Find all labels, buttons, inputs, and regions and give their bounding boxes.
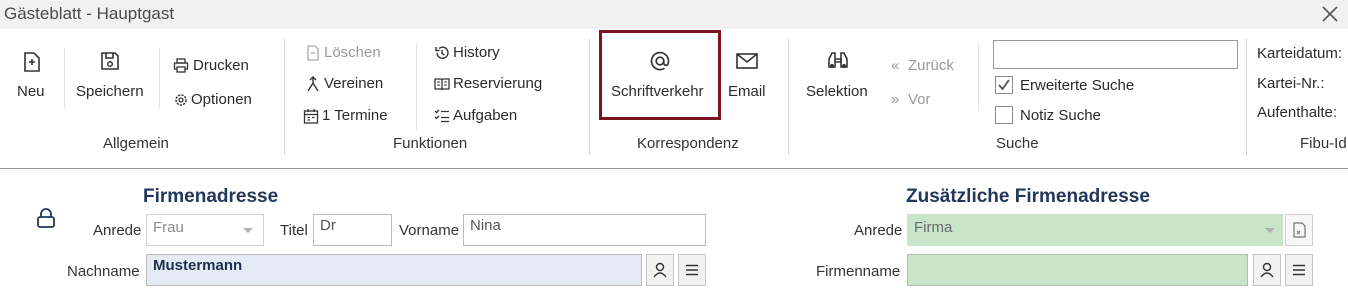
close-icon[interactable]	[1318, 2, 1342, 26]
highlight-frame	[599, 30, 721, 120]
calendar-icon	[303, 108, 319, 124]
additional-salutation-select[interactable]: Firma	[907, 214, 1283, 246]
last-name-field[interactable]: Mustermann	[146, 254, 642, 286]
group-separator	[788, 39, 789, 155]
first-name-field[interactable]: Nina	[463, 214, 706, 246]
title-field[interactable]: Dr	[313, 214, 392, 246]
checkmark-icon	[998, 79, 1010, 91]
separator	[416, 44, 417, 130]
forward-button[interactable]: Vor	[908, 91, 931, 108]
ribbon-divider	[0, 168, 1348, 169]
last-name-label: Nachname	[67, 263, 140, 280]
file-number-label: Kartei-Nr.:	[1257, 75, 1325, 92]
printer-icon	[173, 58, 189, 74]
envelope-icon	[735, 50, 759, 72]
merge-icon	[305, 76, 321, 92]
appointments-button[interactable]: 1 Termine	[322, 107, 388, 124]
task-list-icon	[434, 108, 450, 124]
save-icon	[99, 50, 121, 72]
selection-button[interactable]: Selektion	[806, 83, 868, 100]
note-search-checkbox[interactable]	[995, 106, 1013, 124]
email-button[interactable]: Email	[728, 83, 766, 100]
separator	[64, 48, 65, 108]
at-sign-icon	[648, 49, 672, 73]
group-label-funktionen: Funktionen	[393, 135, 468, 152]
chevron-down-icon	[1265, 228, 1275, 233]
group-label-korrespondenz: Korrespondenz	[637, 135, 739, 152]
options-button[interactable]: Optionen	[191, 91, 252, 108]
save-button[interactable]: Speichern	[76, 83, 144, 100]
extended-search-checkbox[interactable]	[995, 76, 1013, 94]
stays-label: Aufenthalte:	[1257, 104, 1338, 121]
group-label-allgemein: Allgemein	[103, 135, 169, 152]
new-document-icon	[21, 51, 43, 73]
title-label: Titel	[280, 222, 308, 239]
binoculars-icon	[826, 50, 850, 72]
gear-icon	[173, 92, 189, 108]
company-address-heading: Firmenadresse	[143, 186, 279, 207]
salutation-label: Anrede	[93, 222, 142, 239]
print-button[interactable]: Drucken	[193, 57, 249, 74]
additional-salutation-label: Anrede	[854, 222, 903, 239]
person-lookup-button[interactable]	[646, 254, 674, 286]
hamburger-icon	[686, 264, 698, 276]
extended-search-label: Erweiterte Suche	[1020, 77, 1135, 94]
company-name-label: Firmenname	[816, 263, 901, 280]
history-icon	[434, 45, 450, 61]
correspondence-button[interactable]: Schriftverkehr	[611, 83, 704, 100]
book-icon	[434, 76, 450, 92]
copy-address-button[interactable]	[1285, 214, 1313, 246]
lock-icon[interactable]	[35, 207, 57, 229]
company-lookup-button[interactable]	[1253, 254, 1281, 286]
delete-document-icon	[305, 45, 321, 61]
tasks-button[interactable]: Aufgaben	[453, 107, 517, 124]
new-button[interactable]: Neu	[17, 83, 45, 100]
company-menu-button[interactable]	[1285, 254, 1313, 286]
group-separator	[284, 39, 285, 155]
hamburger-icon	[1293, 264, 1305, 276]
delete-button[interactable]: Löschen	[324, 44, 381, 61]
file-date-label: Karteidatum:	[1257, 45, 1343, 62]
history-button[interactable]: History	[453, 44, 500, 61]
additional-company-address-heading: Zusätzliche Firmenadresse	[906, 186, 1150, 207]
document-icon	[1293, 222, 1306, 238]
reservation-button[interactable]: Reservierung	[453, 75, 542, 92]
chevron-down-icon	[243, 228, 253, 233]
person-icon	[1260, 262, 1274, 278]
forward-chevron-icon: »	[891, 91, 900, 108]
note-search-label: Notiz Suche	[1020, 107, 1101, 124]
merge-button[interactable]: Vereinen	[324, 75, 383, 92]
search-input[interactable]	[993, 40, 1238, 69]
company-name-field[interactable]	[907, 254, 1248, 286]
separator	[978, 44, 979, 110]
group-separator	[1246, 39, 1247, 155]
title-bar: Gästeblatt - Hauptgast	[0, 0, 1348, 29]
back-chevron-icon: «	[891, 57, 900, 74]
group-label-suche: Suche	[996, 135, 1039, 152]
first-name-label: Vorname	[399, 222, 460, 239]
separator	[159, 48, 160, 108]
window-title: Gästeblatt - Hauptgast	[4, 4, 175, 23]
back-button[interactable]: Zurück	[908, 57, 954, 74]
group-separator	[589, 39, 590, 155]
fibu-id-label: Fibu-Id	[1300, 135, 1347, 152]
person-icon	[653, 262, 667, 278]
menu-button[interactable]	[678, 254, 706, 286]
